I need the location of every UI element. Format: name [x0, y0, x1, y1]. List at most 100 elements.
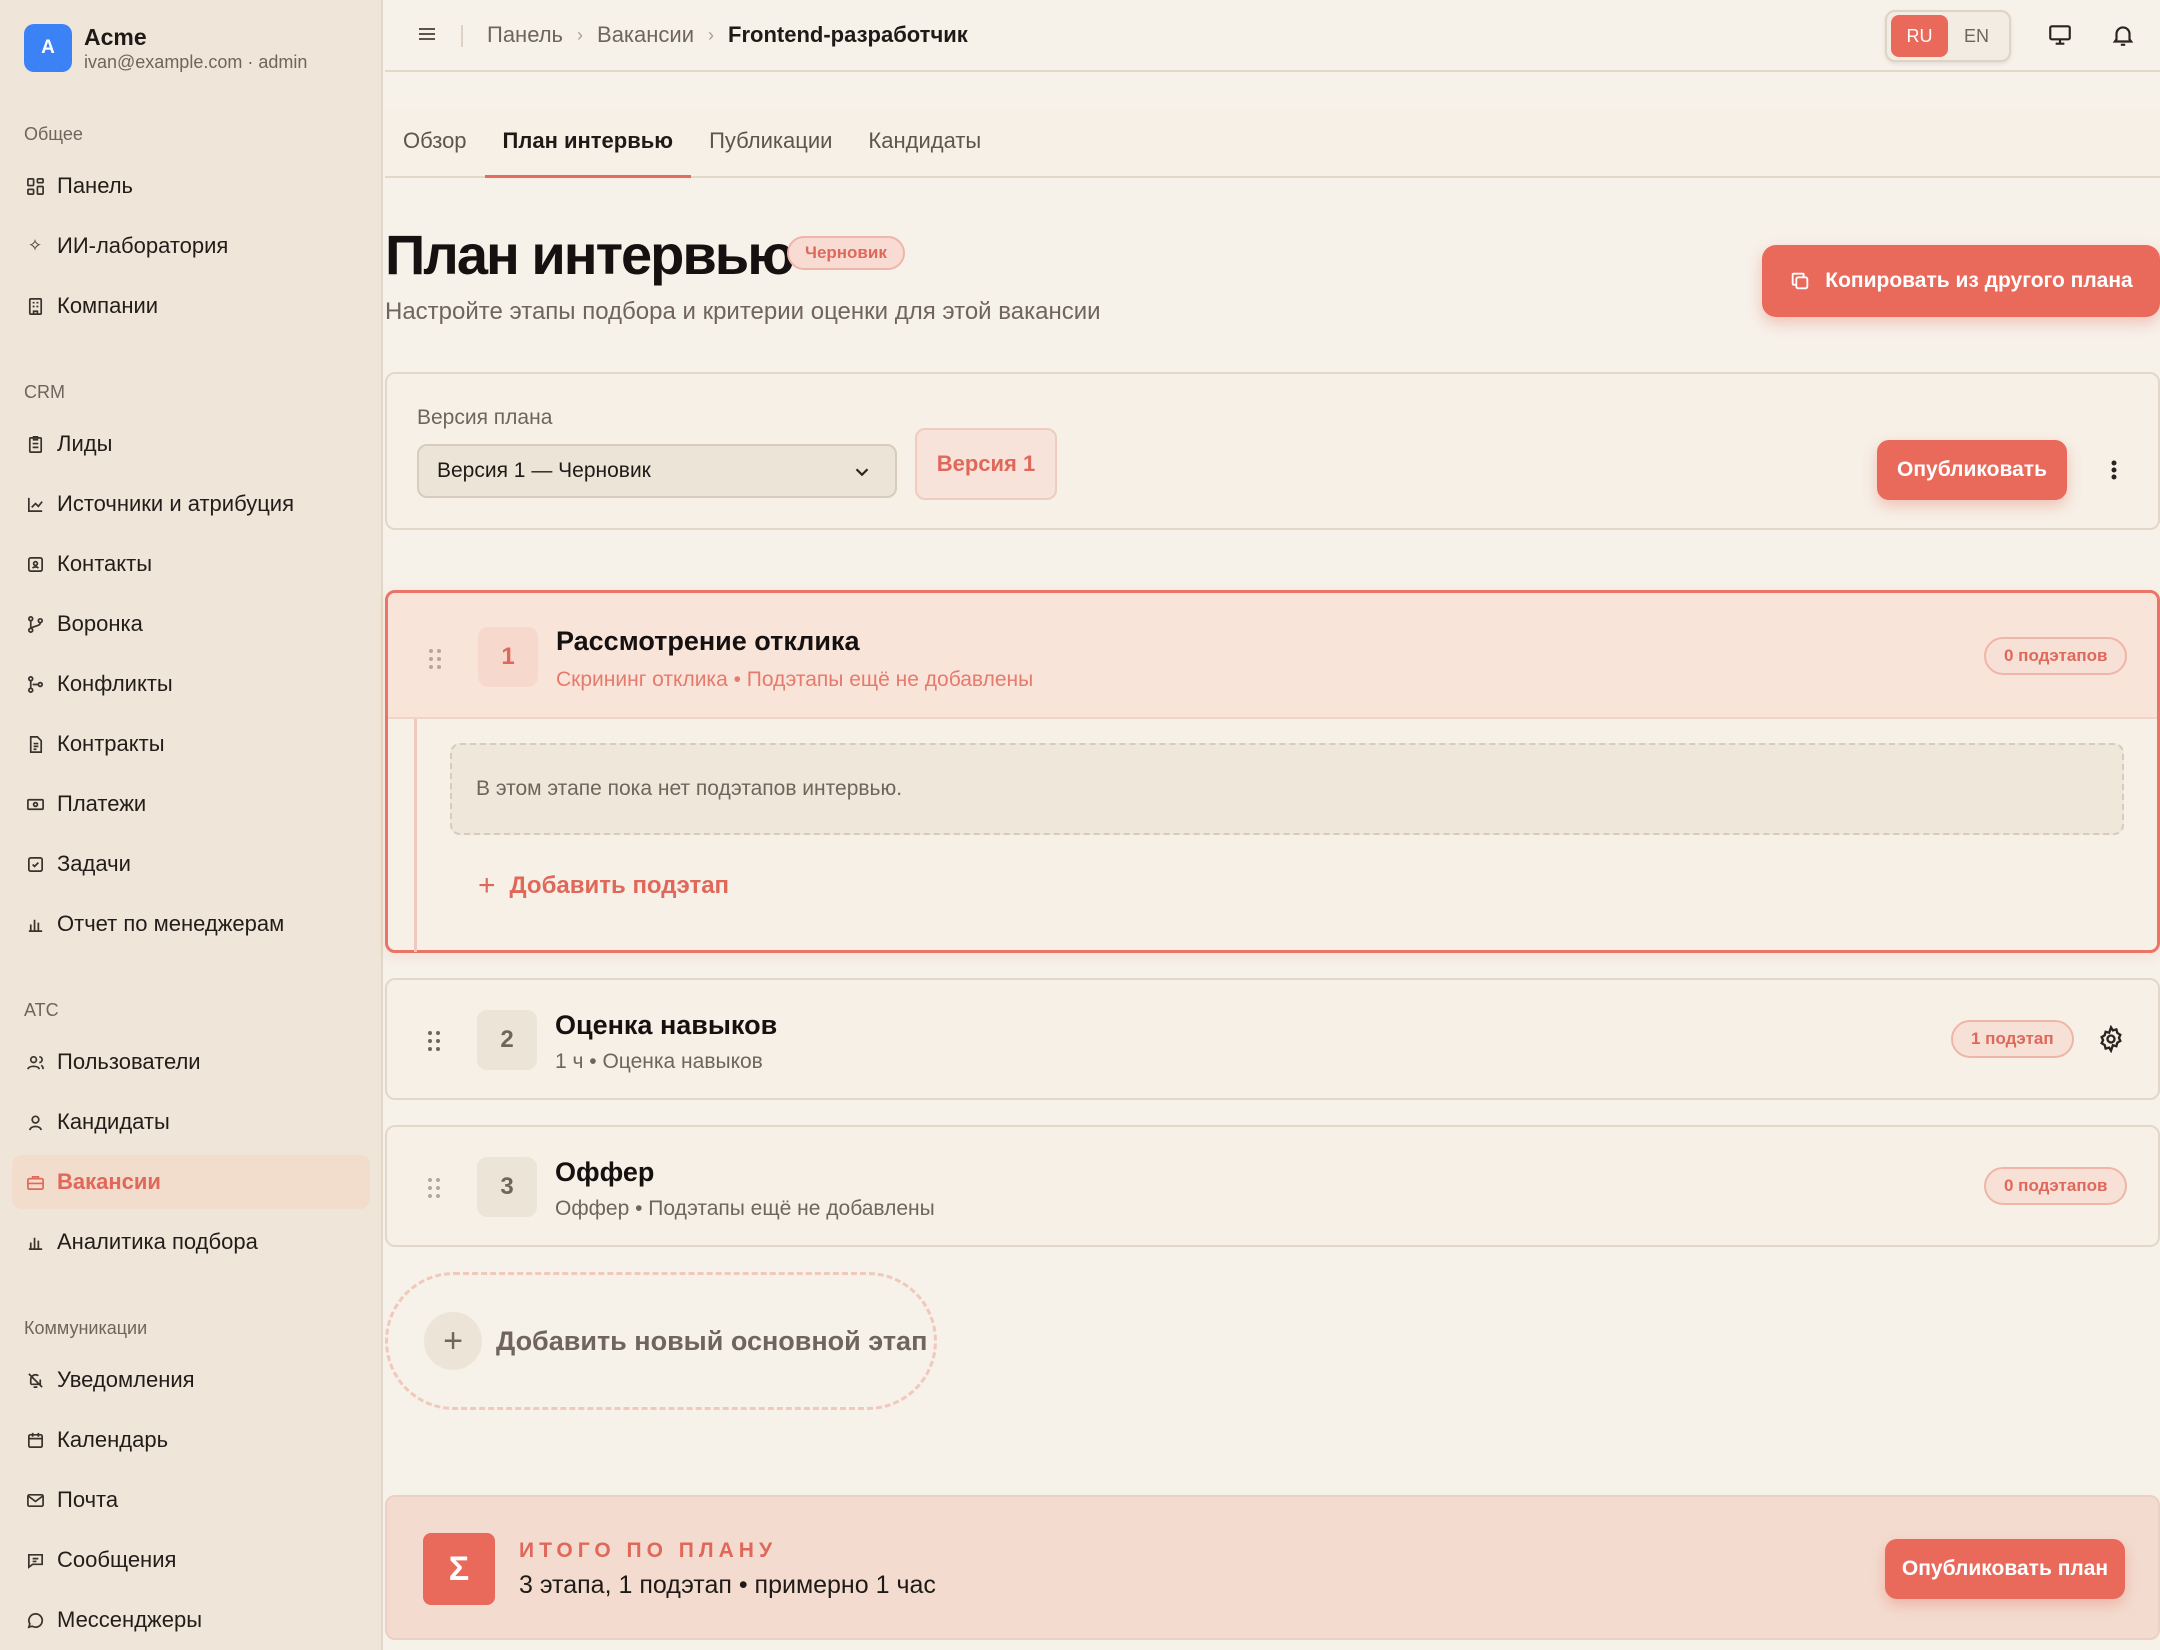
stage-card[interactable]: 2 Оценка навыков 1 ч • Оценка навыков 1 …: [385, 978, 2160, 1100]
substage-count-badge: 0 подэтапов: [1984, 1167, 2128, 1205]
stage-title: Оффер: [555, 1157, 655, 1187]
sidebar: A Acme ivan@example.com · admin Общее Па…: [0, 0, 383, 1650]
page-subtitle: Настройте этапы подбора и критерии оценк…: [385, 298, 1101, 325]
sidebar-item-leads[interactable]: Лиды: [12, 417, 370, 471]
breadcrumb-vacancies[interactable]: Вакансии: [597, 22, 694, 48]
chevron-right-icon: ›: [577, 24, 584, 45]
drag-handle-icon[interactable]: [427, 1030, 441, 1052]
users-icon: [25, 1052, 45, 1072]
message-square-icon: [25, 1550, 45, 1570]
workspace-name: Acme: [84, 24, 147, 50]
stage-title: Рассмотрение отклика: [556, 626, 860, 656]
copy-plan-label: Копировать из другого плана: [1825, 269, 2133, 292]
sidebar-item-manager-report[interactable]: Отчет по менеджерам: [12, 897, 370, 951]
add-main-stage-label: Добавить новый основной этап: [496, 1325, 928, 1356]
tab-publications[interactable]: Публикации: [691, 106, 850, 176]
nav-group-title: Коммуникации: [24, 1318, 148, 1338]
sidebar-item-label: Кандидаты: [57, 1109, 170, 1134]
copy-icon: [1792, 272, 1809, 290]
nav-group-title: ATC: [24, 1000, 59, 1020]
bar-chart-icon: [25, 914, 45, 934]
add-substage-label: Добавить подэтап: [509, 872, 730, 899]
more-vertical-icon[interactable]: [2099, 452, 2129, 488]
sidebar-item-recruiting-analytics[interactable]: Аналитика подбора: [12, 1215, 370, 1269]
sidebar-item-tasks[interactable]: Задачи: [12, 837, 370, 891]
sidebar-item-mail[interactable]: Почта: [12, 1473, 370, 1527]
stage-header[interactable]: 1 Рассмотрение отклика Скрининг отклика …: [388, 593, 2157, 719]
bell-icon[interactable]: [2110, 22, 2138, 50]
drag-handle-icon[interactable]: [427, 1177, 441, 1199]
copy-plan-button[interactable]: Копировать из другого плана: [1762, 245, 2160, 317]
sidebar-item-label: Аналитика подбора: [57, 1229, 258, 1254]
stage-number: 1: [478, 627, 538, 687]
tab-interview-plan[interactable]: План интервью: [484, 106, 692, 178]
chevron-down-icon: [855, 468, 869, 477]
lang-en-button[interactable]: EN: [1948, 15, 2005, 57]
chart-line-icon: [25, 494, 45, 514]
sidebar-item-sources[interactable]: Источники и атрибуция: [12, 477, 370, 531]
add-main-stage-button[interactable]: + Добавить новый основной этап: [385, 1272, 937, 1410]
sidebar-item-dashboard[interactable]: Панель: [12, 159, 370, 213]
breadcrumb: Панель › Вакансии › Frontend-разработчик: [487, 22, 968, 48]
sidebar-item-ai-lab[interactable]: ✧ ИИ-лаборатория: [12, 219, 370, 273]
version-card: Версия плана Версия 1 — Черновик Версия …: [385, 372, 2160, 530]
version-label: Версия плана: [417, 406, 553, 429]
workspace-avatar: A: [24, 24, 72, 72]
sidebar-item-label: Задачи: [57, 851, 131, 876]
version-chip[interactable]: Версия 1: [915, 428, 1057, 500]
sidebar-item-candidates[interactable]: Кандидаты: [12, 1095, 370, 1149]
stage-meta: Скрининг отклика • Подэтапы ещё не добав…: [556, 668, 1034, 691]
plus-icon: +: [478, 869, 496, 902]
sidebar-item-conflicts[interactable]: Конфликты: [12, 657, 370, 711]
sidebar-item-label: Воронка: [57, 611, 143, 636]
briefcase-icon: [25, 1172, 45, 1192]
sidebar-item-contracts[interactable]: Контракты: [12, 717, 370, 771]
publish-button[interactable]: Опубликовать: [1877, 440, 2067, 500]
gear-icon[interactable]: [2097, 1024, 2125, 1054]
user-icon: [25, 1112, 45, 1132]
sidebar-item-label: Контракты: [57, 731, 165, 756]
nav-group-title: CRM: [24, 382, 65, 402]
sidebar-item-notifications[interactable]: Уведомления: [12, 1353, 370, 1407]
sidebar-item-users[interactable]: Пользователи: [12, 1035, 370, 1089]
sidebar-item-messengers[interactable]: Мессенджеры: [12, 1593, 370, 1647]
sidebar-item-label: ИИ-лаборатория: [57, 233, 229, 258]
sidebar-item-calendar[interactable]: Календарь: [12, 1413, 370, 1467]
sidebar-item-contacts[interactable]: Контакты: [12, 537, 370, 591]
publish-plan-button[interactable]: Опубликовать план: [1885, 1539, 2125, 1599]
menu-toggle-icon[interactable]: [415, 22, 443, 50]
substage-count-badge: 1 подэтап: [1951, 1020, 2074, 1058]
stage-title: Оценка навыков: [555, 1010, 778, 1040]
lang-ru-button[interactable]: RU: [1891, 15, 1948, 57]
sidebar-item-label: Компании: [57, 293, 159, 318]
workspace-switcher[interactable]: A Acme ivan@example.com · admin: [24, 23, 307, 73]
sidebar-item-label: Вакансии: [57, 1169, 161, 1194]
stage-number: 3: [477, 1157, 537, 1217]
sidebar-item-payments[interactable]: Платежи: [12, 777, 370, 831]
stage-body: В этом этапе пока нет подэтапов интервью…: [388, 719, 2157, 952]
clipboard-icon: [25, 434, 45, 454]
sidebar-item-messages[interactable]: Сообщения: [12, 1533, 370, 1587]
breadcrumb-dashboard[interactable]: Панель: [487, 22, 563, 48]
plan-summary: Σ ИТОГО ПО ПЛАНУ 3 этапа, 1 подэтап • пр…: [385, 1495, 2160, 1640]
stage-card[interactable]: 3 Оффер Оффер • Подэтапы ещё не добавлен…: [385, 1125, 2160, 1247]
version-select[interactable]: Версия 1 — Черновик: [417, 444, 897, 498]
user-email: ivan@example.com · admin: [84, 52, 308, 72]
monitor-icon[interactable]: [2047, 22, 2075, 50]
sidebar-item-label: Платежи: [57, 791, 147, 816]
tab-candidates[interactable]: Кандидаты: [850, 106, 999, 176]
vacancy-tabs: Обзор План интервью Публикации Кандидаты: [385, 108, 2160, 178]
add-substage-button[interactable]: + Добавить подэтап: [478, 869, 729, 903]
sidebar-item-label: Конфликты: [57, 671, 173, 696]
sparkles-icon: ✧: [27, 236, 43, 255]
bar-chart-icon: [25, 1232, 45, 1252]
sidebar-item-companies[interactable]: Компании: [12, 279, 370, 333]
tab-overview[interactable]: Обзор: [385, 106, 485, 176]
sidebar-item-label: Контакты: [57, 551, 153, 576]
empty-substages: В этом этапе пока нет подэтапов интервью…: [450, 743, 2124, 835]
sigma-icon: Σ: [423, 1533, 495, 1605]
sidebar-item-vacancies[interactable]: Вакансии: [12, 1155, 370, 1209]
checkbox-icon: [25, 854, 45, 874]
sidebar-item-funnel[interactable]: Воронка: [12, 597, 370, 651]
drag-handle-icon[interactable]: [428, 648, 442, 670]
